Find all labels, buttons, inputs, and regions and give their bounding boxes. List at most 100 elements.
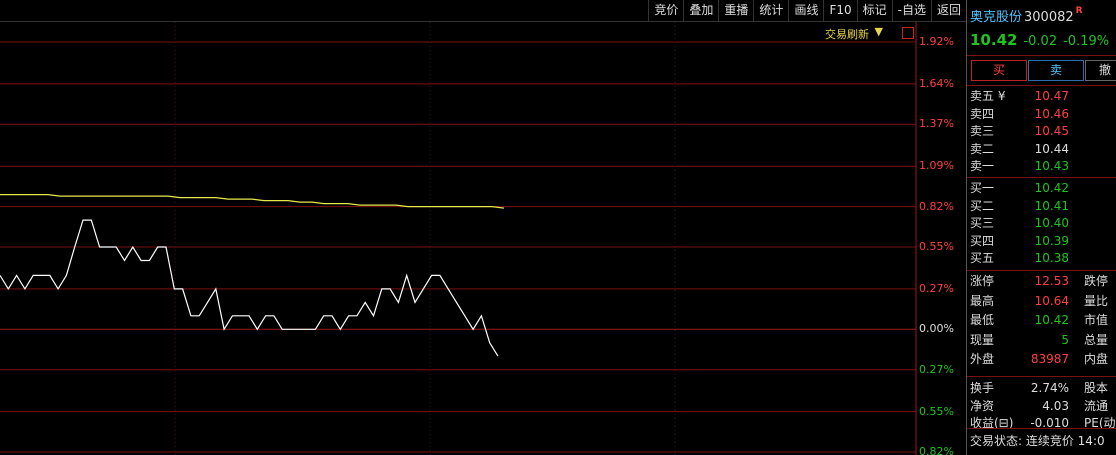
quote-row-label: 涨停 [970,274,995,288]
quote-row-label-secondary: 流通 [1084,398,1109,413]
quote-row[interactable]: 买四 10.39 [967,233,1116,250]
y-tick-label: 0.55% [919,240,954,253]
quote-row[interactable]: 收益(⊟) -0.010 PE(动 [967,415,1116,432]
quote-row[interactable]: 卖四 10.46 [967,106,1116,123]
divider [967,270,1116,271]
quote-row-label: 买一 [970,181,995,195]
quote-row-label: 买四 [970,233,995,248]
quote-row-value: 12.53 [1034,274,1069,288]
margin-flag-badge: R [1075,6,1083,16]
quote-row-label-secondary: 市值 [1084,313,1109,327]
buy-button[interactable]: 买 [971,60,1027,81]
quote-row-label: 卖三 [970,124,995,138]
quote-row-label: 买二 [970,198,995,213]
toolbar-button[interactable]: 返回 [930,0,966,22]
quote-row-label-secondary: 量比 [1084,293,1109,308]
price-line-series [0,219,499,357]
quote-row-value: 83987 [1030,352,1069,366]
divider [967,428,1116,429]
price-change: -0.02 [1023,34,1058,49]
quote-row-value: 10.42 [1034,181,1069,195]
quote-row[interactable]: 卖五 ¥ 10.47 [967,88,1116,105]
quote-row-label: 卖四 [970,106,995,121]
quote-row-value: 10.43 [1034,159,1069,173]
quote-row-label: 换手 [970,381,995,395]
toolbar-button[interactable]: 竞价 [648,0,683,22]
quote-row-value: 4.03 [1042,398,1069,413]
price-line: 10.42 -0.02 -0.19% [970,31,1109,49]
quote-row-label: 买五 [970,251,995,265]
y-tick-label: 0.00% [919,322,954,336]
refresh-button[interactable]: 交易刷新 [825,26,869,42]
quote-row-value: 10.45 [1034,124,1069,138]
quote-row-label: 净资 [970,398,995,413]
quote-row-value: 2.74% [1030,381,1069,395]
quote-row[interactable]: 买五 10.38 [967,250,1116,267]
quote-row[interactable]: 净资 4.03 流通 [967,398,1116,415]
quote-row-value: 10.41 [1034,198,1069,213]
quote-row-label: 现量 [970,332,995,347]
quote-row-label-secondary: PE(动 [1084,416,1116,430]
quote-row-label: 卖一 [970,159,995,173]
quote-row[interactable]: 外盘 83987 内盘 [967,351,1116,368]
quote-row[interactable]: 最低 10.42 市值 [967,312,1116,329]
y-tick-label: 1.37% [919,117,954,131]
quote-row-label: 外盘 [970,352,995,366]
chevron-down-icon[interactable]: ▼ [875,25,883,38]
y-tick-label: 0.82% [919,445,954,455]
quote-row-label: 收益(⊟) [970,416,1014,430]
y-tick-label: 0.27% [919,281,954,295]
quote-row-value: 5 [1061,332,1069,347]
stock-code: 300082 [1024,10,1074,25]
quote-row-value: 10.40 [1034,216,1069,230]
divider [967,177,1116,178]
sell-button[interactable]: 卖 [1028,60,1084,81]
price-change-pct: -0.19% [1063,34,1110,49]
y-tick-label: 1.09% [919,159,954,173]
quote-row[interactable]: 卖一 10.43 [967,158,1116,175]
trading-status: 交易状态: 连续竞价 14:0 [970,434,1105,448]
y-tick-label: 0.27% [919,362,954,376]
quote-row-label: 买三 [970,216,995,230]
close-box-icon[interactable] [902,27,914,39]
toolbar-button[interactable]: 统计 [753,0,788,22]
quote-row-label: 最高 [970,293,995,308]
stock-name[interactable]: 奥克股份 [970,10,1022,25]
chart-toolbar: 竞价 叠加 重播 统计 画线 F10 标记 -自选 返回 [0,0,966,22]
quote-row[interactable]: 最高 10.64 量比 [967,293,1116,310]
quote-row-label: 卖二 [970,141,995,156]
intraday-chart[interactable]: 交易刷新 ▼ 1.92% 1.64% 1.37% 1.09% 0.82% 0.55% 0.2… [0,22,966,455]
quote-row-label: 卖五 ¥ [970,89,1006,103]
toolbar-button[interactable]: 画线 [788,0,823,22]
quote-row[interactable]: 买二 10.41 [967,198,1116,215]
toolbar-button[interactable]: 重播 [718,0,753,22]
stock-title: 奥克股份 300082 R [970,6,1083,25]
average-line-series [0,194,505,209]
toolbar-button[interactable]: -自选 [891,0,931,22]
quote-row[interactable]: 卖三 10.45 [967,123,1116,140]
quote-row-label-secondary: 股本 [1084,381,1109,395]
quote-row-value: 10.44 [1034,141,1069,156]
toolbar-button[interactable]: 标记 [856,0,892,22]
quote-row-label-secondary: 跌停 [1084,274,1109,288]
quote-row-value: 10.46 [1034,106,1069,121]
quote-row[interactable]: 卖二 10.44 [967,141,1116,158]
quote-row[interactable]: 现量 5 总量 [967,332,1116,349]
quote-row-label-secondary: 总量 [1084,332,1109,347]
quote-panel: 奥克股份 300082 R 10.42 -0.02 -0.19% 买 卖 撤 卖五 ¥ 1… [966,0,1116,455]
quote-row-value: 10.42 [1034,313,1069,327]
divider [967,376,1116,377]
divider [967,85,1116,86]
quote-row-value: 10.64 [1034,293,1069,308]
divider [967,55,1116,56]
cancel-order-button[interactable]: 撤 [1085,60,1116,81]
y-tick-label: 0.55% [919,404,954,418]
quote-row[interactable]: 买三 10.40 [967,215,1116,232]
chart-canvas [0,22,917,455]
quote-row[interactable]: 买一 10.42 [967,180,1116,197]
quote-row[interactable]: 换手 2.74% 股本 [967,380,1116,397]
toolbar-button[interactable]: 叠加 [683,0,718,22]
quote-row-label: 最低 [970,313,995,327]
toolbar-button[interactable]: F10 [823,0,856,22]
quote-row[interactable]: 涨停 12.53 跌停 [967,273,1116,290]
